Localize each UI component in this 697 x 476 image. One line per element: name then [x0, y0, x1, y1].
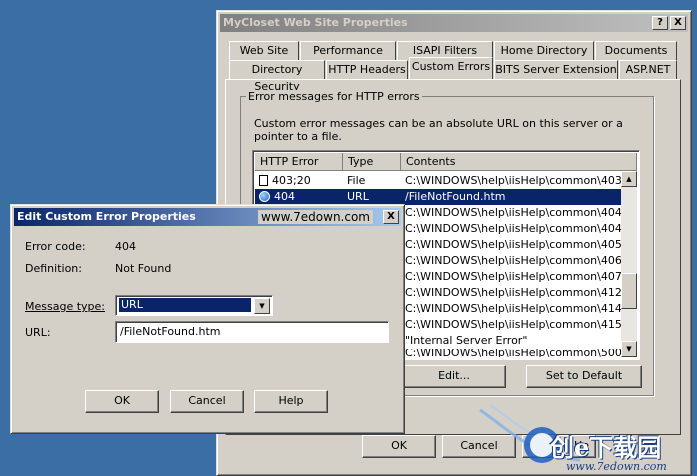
tab-performance[interactable]: Performance — [300, 41, 396, 60]
contents-cell: C:\WINDOWS\help\iisHelp\common\407.htm — [405, 270, 622, 283]
message-type-value: URL — [119, 298, 251, 312]
type-cell: URL — [347, 190, 369, 203]
url-value: /FileNotFound.htm — [120, 325, 221, 338]
column-header-http-error[interactable]: HTTP Error — [255, 153, 343, 171]
url-label: URL: — [25, 326, 51, 339]
tab-label: ASP.NET — [625, 63, 671, 76]
message-type-label: Message type: — [25, 300, 105, 313]
tab-label: Custom Errors — [411, 60, 491, 73]
error-cell: 403;20 — [259, 173, 311, 189]
tab-label: ISAPI Filters — [412, 44, 478, 57]
description-text: Custom error messages can be an absolute… — [254, 117, 623, 143]
edit-dialog-help-button[interactable]: Help — [254, 390, 328, 413]
contents-cell: C:\WINDOWS\help\iisHelp\common\405.htm — [405, 238, 622, 251]
tab-directory-security[interactable]: Directory Security — [229, 60, 325, 93]
contents-cell: C:\WINDOWS\help\iisHelp\common\412.htm — [405, 286, 622, 299]
contents-cell: C:\WINDOWS\help\iisHelp\common\404b.htm — [405, 206, 622, 219]
definition-label: Definition: — [25, 262, 82, 275]
tab-custom-errors[interactable]: Custom Errors — [409, 57, 493, 79]
tab-label: Performance — [313, 44, 383, 57]
properties-titlebar[interactable]: MyCloset Web Site Properties ? X — [220, 14, 688, 32]
logo-url: www.7edown.com — [566, 460, 667, 473]
contents-cell: C:\WINDOWS\help\iisHelp\common\406.htm — [405, 254, 622, 267]
watermark-url: www.7edown.com — [258, 210, 373, 224]
tab-home-directory[interactable]: Home Directory — [494, 41, 594, 60]
tab-aspnet[interactable]: ASP.NET — [619, 60, 677, 79]
scroll-thumb[interactable] — [621, 273, 637, 309]
column-label: Type — [348, 155, 374, 168]
column-label: HTTP Error — [260, 155, 319, 168]
list-scrollbar[interactable]: ▲ ▼ — [621, 171, 637, 357]
ok-button[interactable]: OK — [362, 435, 436, 458]
tab-label: BITS Server Extension — [495, 63, 617, 76]
close-title-button[interactable]: X — [670, 16, 686, 30]
url-field[interactable]: /FileNotFound.htm — [115, 321, 389, 343]
error-code-label: Error code: — [25, 240, 86, 253]
error-cell: 404 — [259, 189, 295, 205]
edit-button[interactable]: Edit... — [402, 365, 506, 388]
definition-value: Not Found — [115, 262, 172, 275]
type-cell: File — [347, 174, 366, 187]
column-label: Contents — [406, 155, 456, 168]
edit-custom-error-dialog: Edit Custom Error Properties X www.7edow… — [10, 204, 405, 434]
list-item-selected[interactable]: 404 URL /FileNotFound.htm — [255, 189, 622, 205]
message-type-select[interactable]: URL ▼ — [115, 295, 273, 316]
chevron-down-icon[interactable]: ▼ — [254, 298, 270, 314]
column-header-contents[interactable]: Contents — [401, 153, 637, 171]
contents-cell: C:\WINDOWS\help\iisHelp\common\415.htm — [405, 318, 622, 331]
contents-cell: /FileNotFound.htm — [405, 190, 506, 203]
list-item[interactable]: 403;20 File C:\WINDOWS\help\iisHelp\comm… — [255, 173, 622, 189]
contents-cell: C:\WINDOWS\help\iisHelp\common\404b.htm — [405, 222, 622, 235]
set-to-default-button[interactable]: Set to Default — [526, 365, 642, 388]
contents-cell: C:\WINDOWS\help\iisHelp\common\414.htm — [405, 302, 622, 315]
error-code-value: 404 — [115, 240, 136, 253]
globe-icon — [259, 190, 270, 202]
contents-cell: C:\WINDOWS\help\iisHelp\common\403-20.ht — [405, 174, 622, 187]
edit-dialog-ok-button[interactable]: OK — [85, 390, 159, 413]
tab-http-headers[interactable]: HTTP Headers — [326, 60, 408, 79]
edit-dialog-title: Edit Custom Error Properties — [17, 210, 196, 223]
tab-label: Home Directory — [500, 44, 588, 57]
logo-text: 创e下载园 — [550, 433, 662, 462]
watermark-logo: 创e下载园 www.7edown.com — [470, 400, 697, 476]
help-title-button[interactable]: ? — [652, 16, 668, 30]
tab-label: Documents — [604, 44, 668, 57]
tab-documents[interactable]: Documents — [595, 41, 677, 60]
edit-dialog-close-button[interactable]: X — [383, 210, 399, 224]
document-icon — [259, 174, 268, 186]
scroll-down-button[interactable]: ▼ — [621, 341, 637, 357]
tab-label: HTTP Headers — [328, 63, 406, 76]
properties-title: MyCloset Web Site Properties — [223, 16, 408, 29]
scroll-up-button[interactable]: ▲ — [621, 171, 637, 187]
edit-dialog-cancel-button[interactable]: Cancel — [170, 390, 244, 413]
group-label: Error messages for HTTP errors — [246, 90, 422, 103]
contents-cell: "Internal Server Error" — [405, 334, 528, 347]
tab-label: Web Site — [239, 44, 289, 57]
contents-cell: C:\WINDOWS\help\iisHelp\common\500-12.ht — [405, 349, 622, 357]
column-header-type[interactable]: Type — [343, 153, 401, 171]
tab-bits-server-extension[interactable]: BITS Server Extension — [494, 60, 618, 79]
tab-web-site[interactable]: Web Site — [229, 41, 299, 60]
